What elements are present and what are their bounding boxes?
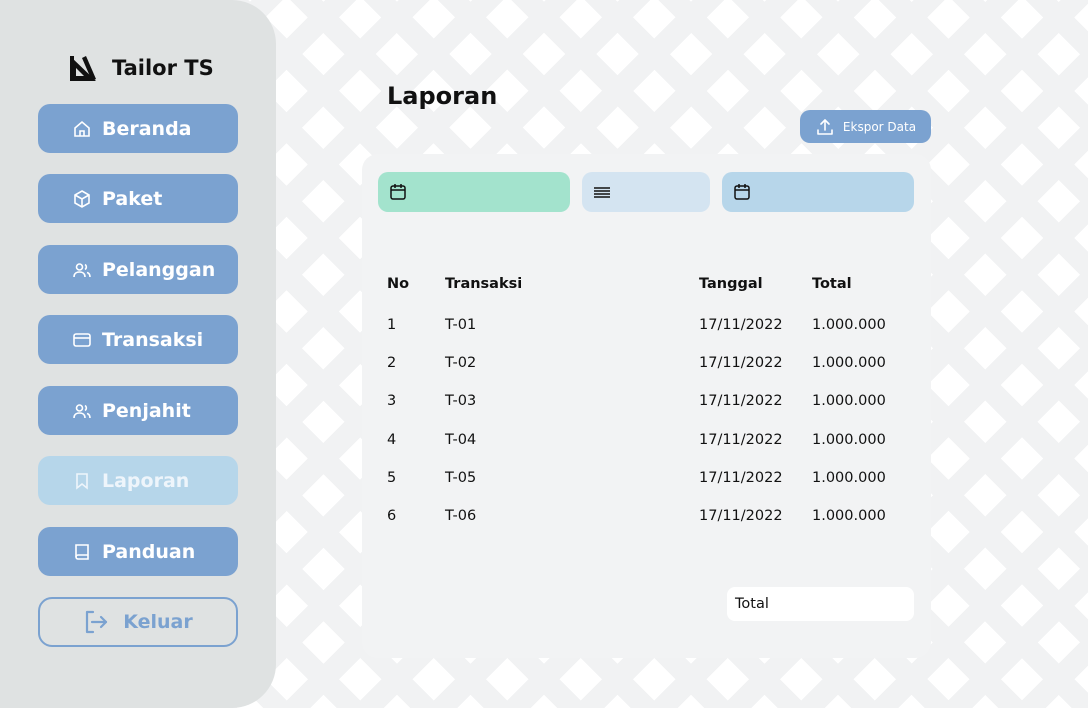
cell-no: 3 [387,393,397,409]
logout-button[interactable]: Keluar [38,597,238,647]
sidebar-item-label: Paket [102,187,163,210]
export-data-button[interactable]: Ekspor Data [800,110,931,143]
cell-tanggal: 17/11/2022 [699,393,783,409]
cell-total: 1.000.000 [812,393,886,409]
upload-icon [817,118,833,135]
sidebar-item-label: Beranda [102,117,192,140]
sidebar-item-label: Pelanggan [102,258,216,281]
cell-tanggal: 17/11/2022 [699,432,783,448]
end-date-filter[interactable] [722,172,914,212]
calendar-icon [734,184,750,200]
sidebar-item-beranda[interactable]: Beranda [38,104,238,153]
column-header-tanggal: Tanggal [699,276,763,292]
filter-options[interactable] [582,172,710,212]
start-date-filter[interactable] [378,172,570,212]
cell-tanggal: 17/11/2022 [699,508,783,524]
ruler-triangle-icon [70,56,96,81]
brand-name: Tailor TS [112,56,214,80]
menu-lines-icon [594,187,610,198]
cell-transaksi: T-02 [445,355,477,371]
package-icon [74,189,90,208]
cell-no: 4 [387,432,397,448]
sidebar-item-label: Laporan [102,469,190,492]
bookmark-icon [76,472,88,490]
cell-transaksi: T-04 [445,432,477,448]
credit-card-icon [73,332,91,347]
cell-transaksi: T-05 [445,470,477,486]
cell-no: 2 [387,355,397,371]
cell-total: 1.000.000 [812,470,886,486]
column-header-total: Total [812,276,852,292]
cell-transaksi: T-06 [445,508,477,524]
cell-transaksi: T-01 [445,317,477,333]
users-icon [73,403,91,418]
sidebar-item-label: Panduan [102,540,196,563]
column-header-no: No [387,276,410,292]
sidebar-item-pelanggan[interactable]: Pelanggan [38,245,238,294]
sidebar-item-transaksi[interactable]: Transaksi [38,315,238,364]
logout-label: Keluar [123,611,193,633]
logout-icon [86,610,108,634]
cell-total: 1.000.000 [812,508,886,524]
cell-no: 5 [387,470,397,486]
cell-total: 1.000.000 [812,355,886,371]
sidebar-item-paket[interactable]: Paket [38,174,238,223]
cell-total: 1.000.000 [812,317,886,333]
sidebar-item-penjahit[interactable]: Penjahit [38,386,238,435]
column-header-transaksi: Transaksi [445,276,523,292]
cell-total: 1.000.000 [812,432,886,448]
cell-transaksi: T-03 [445,393,477,409]
sidebar-item-laporan[interactable]: Laporan [38,456,238,505]
total-field: Total [727,587,914,621]
cell-no: 6 [387,508,397,524]
cell-tanggal: 17/11/2022 [699,470,783,486]
export-label: Ekspor Data [842,119,917,134]
cell-tanggal: 17/11/2022 [699,355,783,371]
sidebar-item-label: Penjahit [102,399,191,422]
users-icon [73,262,91,277]
sidebar-item-label: Transaksi [102,328,204,351]
sidebar-item-panduan[interactable]: Panduan [38,527,238,576]
cell-no: 1 [387,317,397,333]
brand: Tailor TS [68,52,214,84]
total-label: Total [735,596,769,612]
book-icon [75,543,89,560]
calendar-icon [390,184,406,200]
home-icon [74,120,90,137]
cell-tanggal: 17/11/2022 [699,317,783,333]
sidebar: Tailor TS Beranda Paket Pelanggan Transa… [0,0,276,708]
page-title: Laporan [387,82,498,110]
